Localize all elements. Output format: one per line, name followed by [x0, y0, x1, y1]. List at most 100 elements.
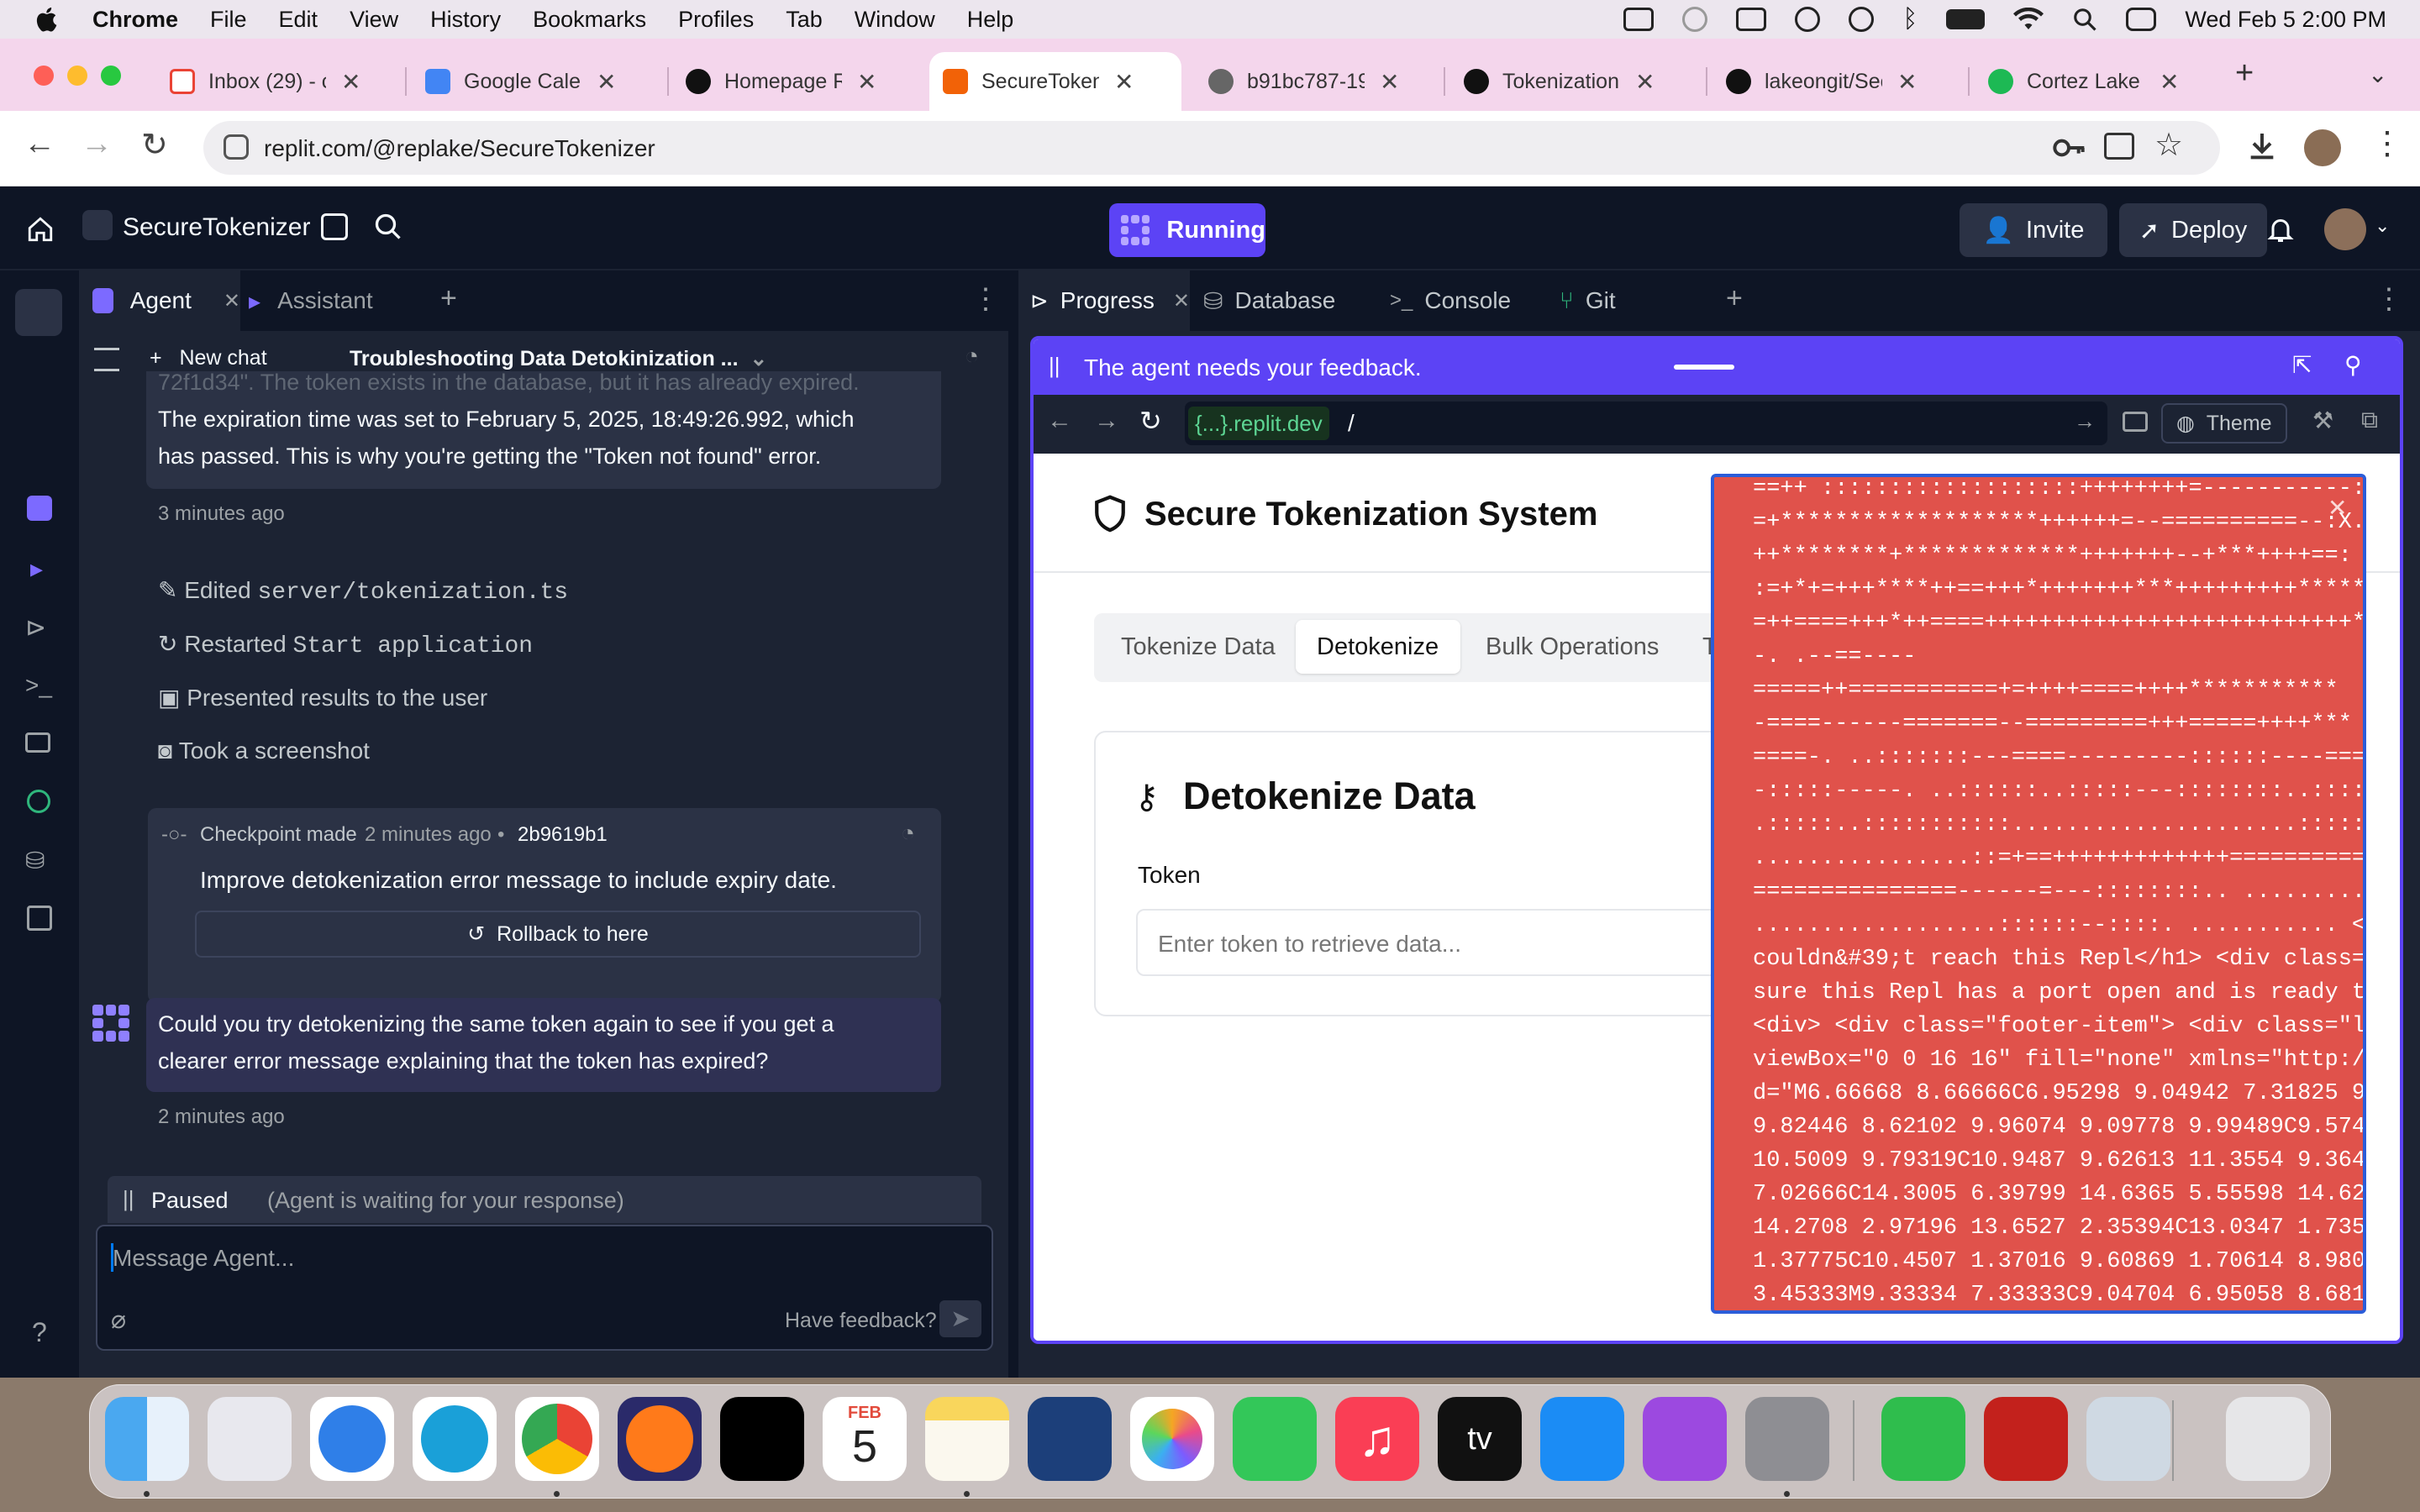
close-tab-icon[interactable]: ✕	[2160, 68, 2179, 96]
user-avatar[interactable]	[2324, 208, 2366, 250]
chrome-menu-icon[interactable]: ⋮	[2371, 124, 2403, 162]
add-tab-icon[interactable]: +	[440, 282, 457, 315]
control-center-icon[interactable]	[2126, 8, 2157, 31]
wifi-icon[interactable]	[2013, 8, 2044, 31]
tab-agent[interactable]: Agent ✕	[81, 270, 240, 331]
all-tools-icon[interactable]	[27, 906, 52, 931]
browser-tab-tokenization[interactable]: Tokenization S ✕	[1450, 52, 1694, 111]
message-input-box[interactable]: Message Agent... ⌀ Have feedback? ➤	[96, 1225, 993, 1351]
close-tab-icon[interactable]: ✕	[224, 289, 240, 313]
system-settings-icon[interactable]	[1745, 1397, 1829, 1481]
chat-title-dropdown[interactable]: Troubleshooting Data Detokinization ... …	[350, 346, 767, 371]
reload-icon[interactable]: ↻	[1139, 405, 1162, 437]
photos-icon[interactable]	[1130, 1397, 1214, 1481]
calendar-app-icon[interactable]: FEB 5	[823, 1397, 907, 1481]
error-overlay-panel[interactable]: ==++ :::::::::::::::::::++++++++=-------…	[1711, 474, 2366, 1314]
site-info-icon[interactable]	[224, 134, 249, 160]
close-tab-icon[interactable]: ✕	[597, 68, 616, 96]
action-presented[interactable]: ▣ Presented results to the user	[158, 684, 487, 711]
tab-database[interactable]: ⛁ Database	[1203, 270, 1335, 331]
apple-tv-icon[interactable]: tv	[1438, 1397, 1522, 1481]
preview-icon[interactable]	[2086, 1397, 2170, 1481]
tab-console[interactable]: >_ Console	[1390, 270, 1511, 331]
checkpoint-hash[interactable]: 2b9619b1	[518, 823, 608, 847]
address-url[interactable]: replit.com/@replake/SecureTokenizer	[264, 135, 655, 162]
menu-help[interactable]: Help	[967, 7, 1014, 33]
browser-tab-securetokenizer[interactable]: SecureTokeniz ✕	[929, 52, 1181, 111]
bluetooth-icon[interactable]: ᛒ	[1902, 5, 1918, 34]
speedometer-icon[interactable]: ◔	[965, 343, 979, 370]
notification-bell-icon[interactable]	[2265, 213, 2296, 245]
search-icon[interactable]	[373, 212, 403, 242]
numbers-icon[interactable]	[1881, 1397, 1965, 1481]
invite-button[interactable]: 👤 Invite	[1960, 203, 2107, 257]
devtools-icon[interactable]: ⚒	[2312, 407, 2333, 434]
display-icon[interactable]	[1623, 8, 1655, 31]
chat-panel-icon[interactable]	[15, 289, 62, 336]
site-tab-bulk[interactable]: Bulk Operations	[1486, 633, 1659, 661]
forward-icon[interactable]: →	[1094, 407, 1119, 435]
download-icon[interactable]	[2245, 129, 2279, 163]
profile-avatar[interactable]	[2304, 129, 2341, 166]
webview-icon[interactable]	[25, 732, 50, 753]
firefox-icon[interactable]	[618, 1397, 702, 1481]
install-app-icon[interactable]	[2104, 133, 2134, 160]
minimize-icon[interactable]: ⇱	[2292, 351, 2312, 379]
accessibility-icon[interactable]	[1849, 7, 1875, 32]
webview-domain[interactable]: {...}.replit.dev	[1188, 407, 1329, 440]
file-tree-icon[interactable]	[321, 213, 348, 240]
spotlight-search-icon[interactable]	[2072, 7, 2097, 32]
apple-icon[interactable]	[34, 5, 62, 34]
address-bar[interactable]: replit.com/@replake/SecureTokenizer ☆	[203, 121, 2220, 175]
battery-icon[interactable]	[1946, 9, 1986, 29]
edge-icon[interactable]	[413, 1397, 497, 1481]
menu-app-chrome[interactable]: Chrome	[92, 7, 178, 33]
drag-handle[interactable]	[1674, 365, 1734, 370]
app-store-icon[interactable]	[1540, 1397, 1624, 1481]
help-icon[interactable]: ?	[32, 1317, 47, 1348]
go-arrow-icon[interactable]: →	[2074, 408, 2096, 434]
notes-icon[interactable]	[925, 1397, 1009, 1481]
trash-icon[interactable]	[2226, 1397, 2310, 1481]
webview-path[interactable]: /	[1348, 410, 1355, 437]
console-icon[interactable]: >_	[25, 672, 52, 699]
safari-icon[interactable]	[310, 1397, 394, 1481]
menu-bookmarks[interactable]: Bookmarks	[533, 7, 646, 33]
menu-file[interactable]: File	[210, 7, 247, 33]
rollback-button[interactable]: ↺ Rollback to here	[195, 911, 921, 958]
agent-icon[interactable]	[27, 496, 52, 521]
browser-tab-gmail[interactable]: Inbox (29) - co ✕	[156, 52, 400, 111]
theme-button[interactable]: ◍ Theme	[2161, 403, 2287, 444]
run-button[interactable]: Running	[1109, 203, 1265, 257]
launchpad-icon[interactable]	[208, 1397, 292, 1481]
browser-tab-calendar[interactable]: Google Calend ✕	[412, 52, 655, 111]
message-input-placeholder[interactable]: Message Agent...	[113, 1245, 294, 1272]
chrome-icon[interactable]	[515, 1397, 599, 1481]
git-icon[interactable]	[27, 790, 50, 813]
token-input-placeholder[interactable]: Enter token to retrieve data...	[1158, 931, 1461, 958]
menu-history[interactable]: History	[430, 7, 501, 33]
open-new-window-icon[interactable]: ⧉	[2361, 407, 2378, 434]
menu-window[interactable]: Window	[855, 7, 935, 33]
close-tab-icon[interactable]: ✕	[1635, 68, 1655, 96]
add-tab-icon[interactable]: +	[1726, 282, 1743, 315]
home-icon[interactable]	[25, 215, 55, 244]
send-icon[interactable]: ➤	[939, 1300, 981, 1337]
more-options-icon[interactable]: ⋮	[971, 282, 1000, 316]
tab-git[interactable]: ⑂ Git	[1560, 270, 1616, 331]
chevron-down-icon[interactable]: ⌄	[2375, 215, 2390, 237]
close-tab-icon[interactable]: ✕	[857, 68, 876, 96]
podcasts-icon[interactable]	[1643, 1397, 1727, 1481]
pin-icon[interactable]: ⚲	[2344, 351, 2362, 379]
close-tab-icon[interactable]: ✕	[341, 68, 360, 96]
device-icon[interactable]	[2123, 412, 2148, 432]
close-overlay-icon[interactable]: ✕	[2328, 494, 2347, 522]
deploy-button[interactable]: ➚ Deploy	[2119, 203, 2267, 257]
zoom-window-button[interactable]	[101, 66, 121, 86]
play-icon[interactable]	[1795, 7, 1821, 32]
back-icon[interactable]: ←	[1047, 407, 1072, 435]
airdrop-icon[interactable]	[1682, 7, 1708, 32]
browser-tab-github[interactable]: lakeongit/Secu ✕	[1712, 52, 1956, 111]
close-window-button[interactable]	[34, 66, 54, 86]
forward-icon[interactable]: →	[81, 126, 113, 162]
